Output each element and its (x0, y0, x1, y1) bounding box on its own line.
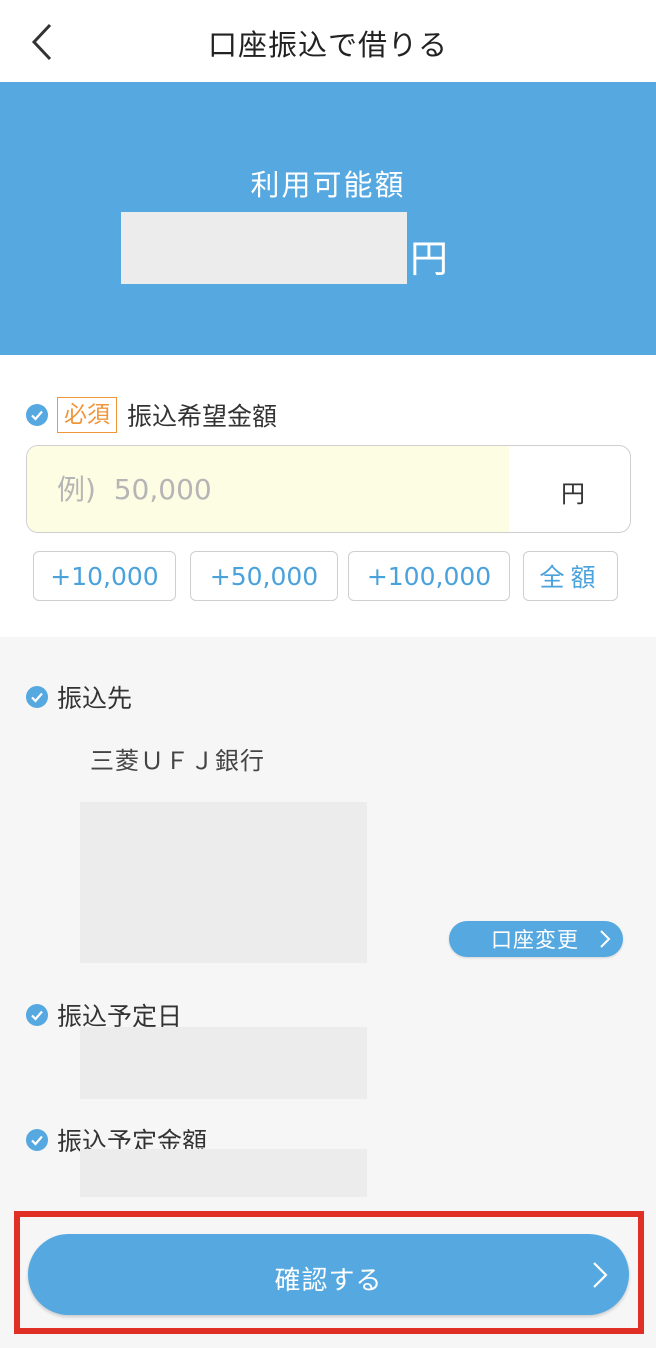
check-circle-icon (26, 1004, 48, 1026)
change-account-label: 口座変更 (491, 928, 579, 952)
available-amount-unit: 円 (410, 237, 449, 281)
required-badge: 必須 (57, 397, 117, 433)
page-title: 口座振込で借りる (207, 28, 448, 62)
amount-label-row: 必須 振込希望金額 (26, 397, 277, 433)
app-header: 口座振込で借りる (0, 0, 656, 82)
change-account-button[interactable]: 口座変更 (449, 921, 623, 957)
check-circle-icon (26, 1129, 48, 1151)
account-info-redacted (80, 802, 367, 963)
available-amount-banner: 利用可能額 円 (0, 82, 656, 355)
bank-name: 三菱ＵＦＪ銀行 (90, 747, 265, 775)
confirm-button[interactable]: 確認する (28, 1234, 629, 1315)
add-100000-button[interactable]: +100,000 (348, 551, 510, 601)
check-circle-icon (26, 686, 48, 708)
chevron-right-icon (600, 930, 611, 948)
destination-label: 振込先 (57, 684, 133, 713)
available-amount-value (121, 212, 407, 284)
full-amount-button[interactable]: 全額 (523, 551, 618, 601)
page: 口座振込で借りる 利用可能額 円 必須 振込希望金額 円 +10,000 +50… (0, 0, 656, 1348)
check-circle-icon (26, 404, 48, 426)
available-amount-label: 利用可能額 (250, 168, 406, 202)
amount-input-wrapper: 円 (26, 445, 631, 533)
add-10000-button[interactable]: +10,000 (33, 551, 176, 601)
destination-label-row: 振込先 (26, 679, 132, 715)
amount-field-label: 振込希望金額 (127, 402, 278, 431)
add-50000-button[interactable]: +50,000 (190, 551, 338, 601)
amount-section: 必須 振込希望金額 円 +10,000 +50,000 +100,000 全額 (0, 355, 656, 637)
amount-input[interactable] (27, 446, 509, 532)
confirm-label: 確認する (274, 1266, 383, 1296)
scheduled-amount-redacted (80, 1149, 367, 1197)
scheduled-date-redacted (80, 1027, 367, 1099)
amount-unit: 円 (561, 480, 585, 508)
chevron-right-icon (593, 1262, 608, 1288)
